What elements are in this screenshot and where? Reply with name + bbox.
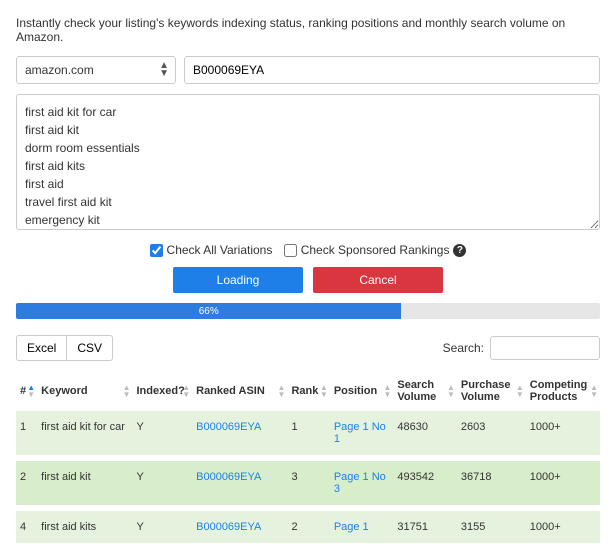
table-cell: 1 bbox=[287, 411, 329, 455]
marketplace-select[interactable]: amazon.com ▲▼ bbox=[16, 56, 176, 84]
chevron-updown-icon: ▲▼ bbox=[159, 62, 169, 78]
table-cell: 2 bbox=[287, 511, 329, 543]
col-header-index[interactable]: #▲▼ bbox=[16, 371, 37, 411]
loading-button[interactable]: Loading bbox=[173, 267, 303, 293]
progress-bar: 66% bbox=[16, 303, 401, 319]
table-row: 4first aid kitsYB000069EYA2Page 13175131… bbox=[16, 511, 600, 543]
export-csv-button[interactable]: CSV bbox=[66, 335, 113, 361]
search-input[interactable] bbox=[490, 336, 600, 360]
col-header-indexed[interactable]: Indexed?▲▼ bbox=[133, 371, 193, 411]
table-cell: 3155 bbox=[457, 511, 526, 543]
table-cell: first aid kit bbox=[37, 461, 132, 505]
table-cell: first aid kits bbox=[37, 511, 132, 543]
marketplace-value: amazon.com bbox=[25, 63, 94, 77]
search-label: Search: bbox=[443, 341, 484, 355]
table-cell: Y bbox=[133, 411, 193, 455]
sort-icon: ▲▼ bbox=[590, 384, 598, 398]
table-cell: 1000+ bbox=[526, 511, 600, 543]
table-cell: Y bbox=[133, 461, 193, 505]
page-instructions: Instantly check your listing's keywords … bbox=[16, 16, 600, 44]
progress-track: 66% bbox=[16, 303, 600, 319]
table-cell: 1000+ bbox=[526, 461, 600, 505]
table-cell: Y bbox=[133, 511, 193, 543]
sort-icon: ▲▼ bbox=[383, 384, 391, 398]
check-all-variations-label: Check All Variations bbox=[167, 243, 273, 257]
table-cell[interactable]: B000069EYA bbox=[192, 411, 287, 455]
check-sponsored-label: Check Sponsored Rankings bbox=[301, 243, 450, 257]
table-cell: 2 bbox=[16, 461, 37, 505]
sort-icon: ▲▼ bbox=[278, 384, 286, 398]
sort-icon: ▲▼ bbox=[182, 384, 190, 398]
check-all-variations-checkbox[interactable] bbox=[150, 244, 163, 257]
export-button-group: Excel CSV bbox=[16, 335, 113, 361]
col-header-position[interactable]: Position▲▼ bbox=[330, 371, 394, 411]
table-cell: 3 bbox=[287, 461, 329, 505]
table-cell: 36718 bbox=[457, 461, 526, 505]
sort-icon: ▲▼ bbox=[447, 384, 455, 398]
sort-icon: ▲▼ bbox=[516, 384, 524, 398]
table-cell: 31751 bbox=[393, 511, 457, 543]
sort-icon: ▲▼ bbox=[320, 384, 328, 398]
table-cell: 4 bbox=[16, 511, 37, 543]
export-excel-button[interactable]: Excel bbox=[16, 335, 66, 361]
keywords-textarea[interactable]: first aid kit for car first aid kit dorm… bbox=[16, 94, 600, 230]
sort-icon: ▲▼ bbox=[123, 384, 131, 398]
check-sponsored-checkbox[interactable] bbox=[284, 244, 297, 257]
asin-input[interactable] bbox=[184, 56, 600, 84]
table-cell[interactable]: B000069EYA bbox=[192, 461, 287, 505]
table-cell: 1000+ bbox=[526, 411, 600, 455]
col-header-competing[interactable]: Competing Products▲▼ bbox=[526, 371, 600, 411]
table-cell: first aid kit for car bbox=[37, 411, 132, 455]
col-header-rank[interactable]: Rank▲▼ bbox=[287, 371, 329, 411]
table-cell: 48630 bbox=[393, 411, 457, 455]
col-header-ranked-asin[interactable]: Ranked ASIN▲▼ bbox=[192, 371, 287, 411]
col-header-search-volume[interactable]: Search Volume▲▼ bbox=[393, 371, 457, 411]
table-cell[interactable]: Page 1 No 3 bbox=[330, 461, 394, 505]
table-cell: 493542 bbox=[393, 461, 457, 505]
table-cell: 1 bbox=[16, 411, 37, 455]
table-cell[interactable]: Page 1 No 1 bbox=[330, 411, 394, 455]
help-icon[interactable]: ? bbox=[453, 244, 466, 257]
sort-icon: ▲▼ bbox=[27, 384, 35, 398]
col-header-keyword[interactable]: Keyword▲▼ bbox=[37, 371, 132, 411]
cancel-button[interactable]: Cancel bbox=[313, 267, 443, 293]
col-header-purchase-volume[interactable]: Purchase Volume▲▼ bbox=[457, 371, 526, 411]
table-cell: 2603 bbox=[457, 411, 526, 455]
table-row: 2first aid kitYB000069EYA3Page 1 No 3493… bbox=[16, 461, 600, 505]
table-cell[interactable]: B000069EYA bbox=[192, 511, 287, 543]
table-cell[interactable]: Page 1 bbox=[330, 511, 394, 543]
table-row: 1first aid kit for carYB000069EYA1Page 1… bbox=[16, 411, 600, 455]
results-table: #▲▼ Keyword▲▼ Indexed?▲▼ Ranked ASIN▲▼ R… bbox=[16, 371, 600, 543]
